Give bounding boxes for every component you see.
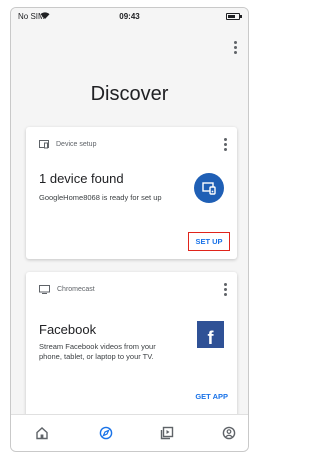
card-header: Chromecast: [39, 285, 95, 294]
card-title: Facebook: [39, 322, 97, 337]
discover-icon[interactable]: [99, 426, 113, 440]
card-description: Stream Facebook videos from your phone, …: [39, 342, 156, 361]
home-icon[interactable]: [35, 426, 49, 440]
phone-screen: No SIM 09:43 Discover Device setup 1 dev…: [10, 7, 249, 452]
chromecast-card: Chromecast Facebook Stream Facebook vide…: [26, 272, 237, 418]
device-setup-icon: [39, 140, 49, 149]
page-title: Discover: [90, 83, 169, 105]
status-bar: No SIM 09:43: [11, 8, 248, 26]
facebook-logo-icon: f: [197, 321, 224, 348]
get-app-button[interactable]: GET APP: [195, 392, 228, 401]
bottom-navigation: [11, 414, 248, 451]
card-more-icon[interactable]: [224, 283, 227, 298]
media-icon[interactable]: [160, 426, 174, 440]
battery-icon: [226, 13, 242, 20]
card-header: Device setup: [39, 140, 96, 149]
card-header-label: Chromecast: [57, 286, 95, 293]
card-title: 1 device found: [39, 171, 124, 186]
facebook-logo-letter: f: [207, 328, 214, 348]
chromecast-icon: [39, 285, 50, 294]
card-description: GoogleHome8068 is ready for set up: [39, 193, 162, 202]
set-up-button[interactable]: SET UP: [188, 232, 230, 251]
device-setup-illustration-icon: [194, 173, 224, 203]
more-options-icon[interactable]: [234, 41, 238, 55]
account-icon[interactable]: [222, 426, 236, 440]
card-more-icon[interactable]: [224, 138, 227, 153]
device-setup-card: Device setup 1 device found GoogleHome80…: [26, 127, 237, 259]
clock: 09:43: [119, 12, 140, 21]
card-header-label: Device setup: [56, 141, 97, 148]
